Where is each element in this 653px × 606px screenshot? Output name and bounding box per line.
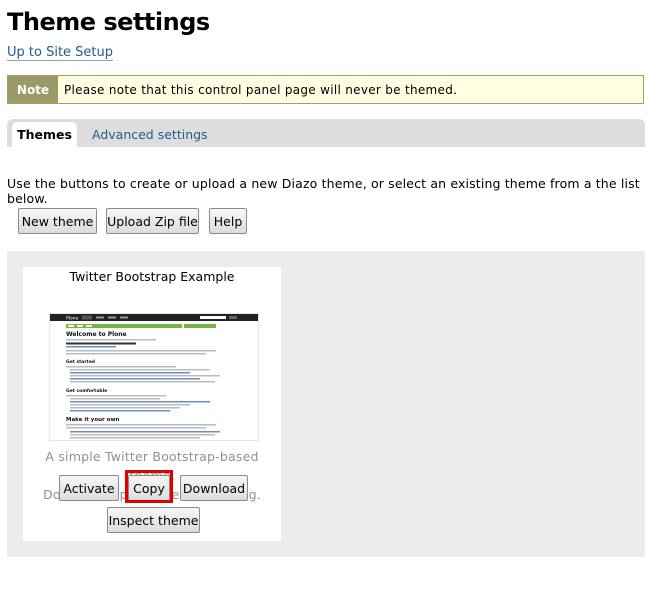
up-to-site-setup-link[interactable]: Up to Site Setup xyxy=(7,45,114,61)
theme-list-panel: Twitter Bootstrap Example Plone Welcome … xyxy=(7,251,645,557)
preview-section-3: Make it your own xyxy=(66,417,120,423)
theme-preview-image: Plone Welcome to Plone Get started Get c… xyxy=(49,313,259,441)
theme-title: Twitter Bootstrap Example xyxy=(69,269,235,284)
tab-advanced-settings[interactable]: Advanced settings xyxy=(92,122,208,147)
help-button[interactable]: Help xyxy=(209,208,247,234)
note-text: Please note that this control panel page… xyxy=(64,82,458,97)
preview-section-2: Get comfortable xyxy=(66,388,107,394)
preview-brand: Plone xyxy=(66,316,79,322)
note-tag: Note xyxy=(8,76,58,103)
preview-heading: Welcome to Plone xyxy=(66,331,127,338)
new-theme-button[interactable]: New theme xyxy=(18,208,97,234)
note-banner: Note Please note that this control panel… xyxy=(7,75,644,104)
copy-button[interactable]: Copy xyxy=(128,475,170,501)
tab-themes[interactable]: Themes xyxy=(12,122,77,147)
intro-text: Use the buttons to create or upload a ne… xyxy=(7,176,640,206)
inspect-theme-button[interactable]: Inspect theme xyxy=(107,507,200,533)
preview-section-1: Get started xyxy=(66,359,95,365)
upload-zip-button[interactable]: Upload Zip file xyxy=(106,208,199,234)
tab-bar: Themes Advanced settings xyxy=(7,119,645,147)
activate-button[interactable]: Activate xyxy=(59,475,119,501)
page-title: Theme settings xyxy=(7,8,210,36)
theme-card: Twitter Bootstrap Example Plone Welcome … xyxy=(23,267,281,541)
theme-preview-thumbnail: Plone Welcome to Plone Get started Get c… xyxy=(50,314,258,439)
download-button[interactable]: Download xyxy=(180,475,248,501)
